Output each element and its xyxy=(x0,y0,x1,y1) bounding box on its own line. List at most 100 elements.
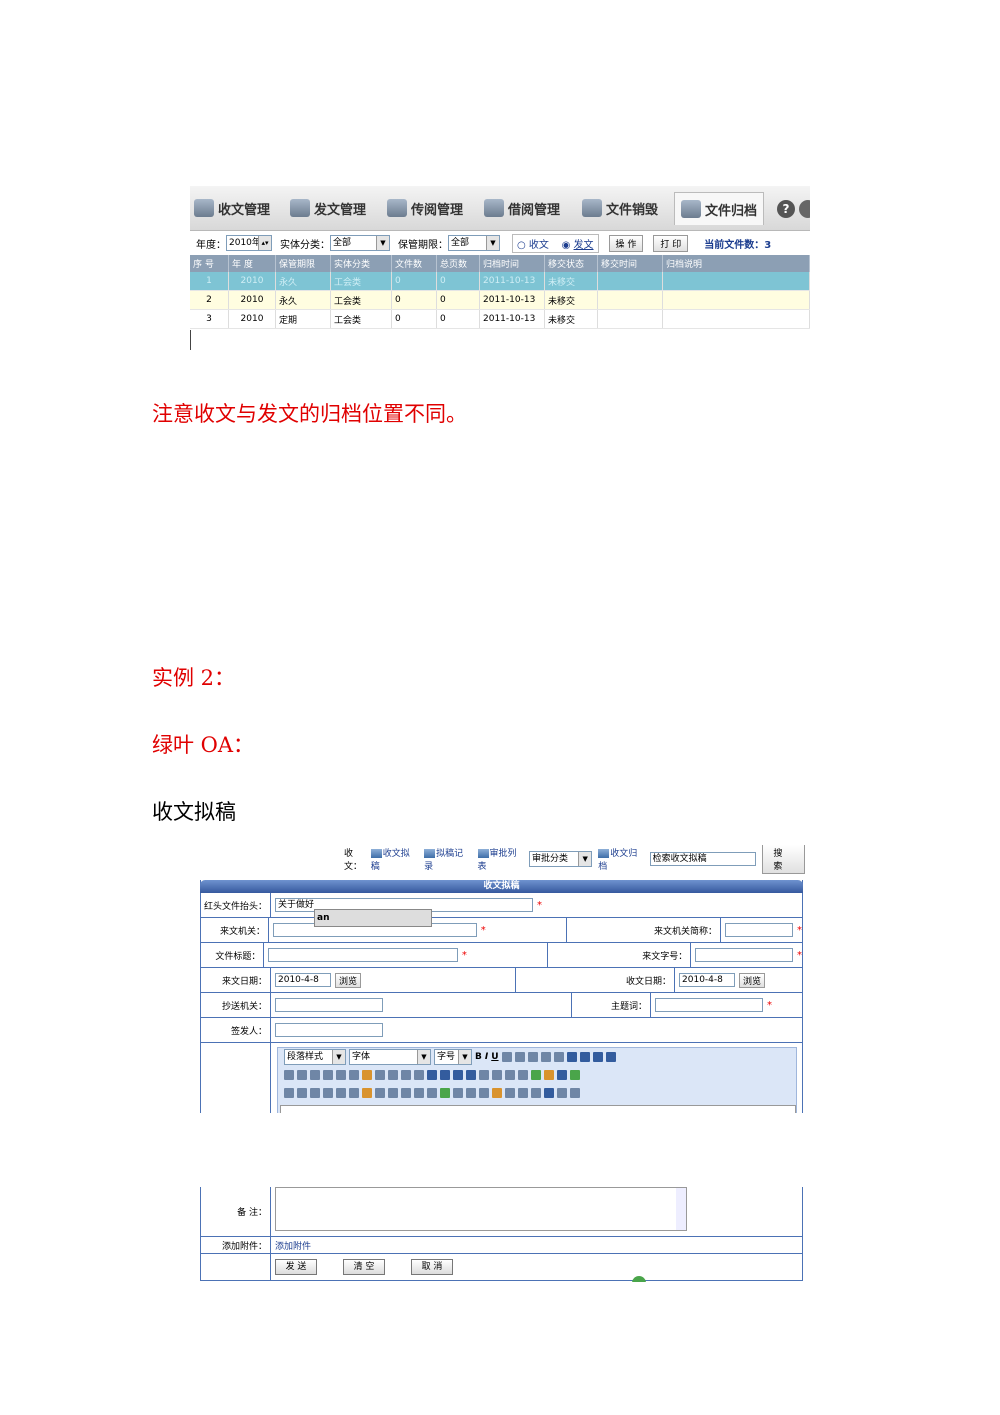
save-icon[interactable] xyxy=(570,1070,580,1080)
marquee-icon[interactable] xyxy=(466,1088,476,1098)
draw-icon[interactable] xyxy=(505,1088,515,1098)
column-header[interactable]: 总页数 xyxy=(436,255,480,272)
date-input[interactable]: 2010-4-8 xyxy=(275,973,331,987)
spell-icon[interactable] xyxy=(518,1070,528,1080)
image-icon[interactable] xyxy=(284,1088,294,1098)
text-color-icon[interactable] xyxy=(492,1070,502,1080)
help-icon[interactable]: ? xyxy=(777,200,795,218)
unordered-list-icon[interactable] xyxy=(440,1070,450,1080)
title-input[interactable] xyxy=(268,948,458,962)
smiley-icon[interactable] xyxy=(492,1088,502,1098)
add-attachment-link[interactable]: 添加附件 xyxy=(275,1239,311,1252)
column-header[interactable]: 归档时间 xyxy=(479,255,545,272)
bold-icon[interactable]: B xyxy=(475,1052,482,1062)
spinner-arrows-icon[interactable]: ▴▾ xyxy=(258,236,271,250)
italic-icon[interactable]: I xyxy=(485,1052,488,1062)
paste-text-icon[interactable] xyxy=(323,1070,333,1080)
preview-icon[interactable] xyxy=(557,1070,567,1080)
align-justify-icon[interactable] xyxy=(605,1052,616,1062)
chevron-down-icon[interactable]: ▼ xyxy=(417,1050,430,1064)
align-right-icon[interactable] xyxy=(592,1052,603,1062)
redo-icon[interactable] xyxy=(388,1070,398,1080)
column-header[interactable]: 实体分类 xyxy=(330,255,392,272)
block-icon[interactable] xyxy=(479,1070,489,1080)
size-select[interactable]: 字号 ▼ xyxy=(434,1049,472,1065)
column-header[interactable]: 保管期限 xyxy=(275,255,331,272)
delete-icon[interactable] xyxy=(349,1070,359,1080)
column-header[interactable]: 年 度 xyxy=(228,255,276,272)
date-icon[interactable] xyxy=(518,1088,528,1098)
chevron-down-icon[interactable]: ▼ xyxy=(376,236,389,250)
table-row[interactable]: 1 2010 永久 工会类 0 0 2011-10-13 未移交 xyxy=(190,272,810,291)
approval-link[interactable]: 审批列表 xyxy=(477,846,525,872)
column-header[interactable]: 移交时间 xyxy=(597,255,663,272)
paragraph-select[interactable]: 段落样式 ▼ xyxy=(284,1049,346,1065)
textbox-icon[interactable] xyxy=(388,1088,398,1098)
radio-receive[interactable]: ○ 收文 xyxy=(517,240,549,251)
column-header[interactable]: 序 号 xyxy=(190,255,229,272)
rich-text-editor[interactable]: 段落样式 ▼ 字体 ▼ 字号 ▼ B I U xyxy=(277,1047,797,1113)
close-icon[interactable] xyxy=(799,200,810,218)
column-header[interactable]: 移交状态 xyxy=(544,255,598,272)
search-button[interactable]: 搜 索 xyxy=(762,845,805,874)
autocomplete-dropdown[interactable]: an xyxy=(314,909,432,927)
pointer-icon[interactable] xyxy=(414,1070,424,1080)
time-icon[interactable] xyxy=(531,1088,541,1098)
cursor-icon[interactable] xyxy=(401,1070,411,1080)
tab-send-management[interactable]: 发文管理 xyxy=(290,192,366,224)
table-icon[interactable] xyxy=(336,1088,346,1098)
attachment-icon[interactable] xyxy=(323,1088,333,1098)
align-left-icon[interactable] xyxy=(566,1052,577,1062)
category-select[interactable]: 审批分类 ▼ xyxy=(528,851,593,867)
link-icon[interactable] xyxy=(427,1088,437,1098)
underline-icon[interactable]: U xyxy=(491,1052,498,1062)
radio-send[interactable]: ◉ 发文 xyxy=(562,240,594,251)
print-icon[interactable] xyxy=(544,1070,554,1080)
indent-icon[interactable] xyxy=(466,1070,476,1080)
paste-icon[interactable] xyxy=(310,1070,320,1080)
entity-select[interactable]: 全部 ▼ xyxy=(330,235,390,251)
operate-button[interactable]: 操 作 xyxy=(608,234,644,252)
draft-link[interactable]: 收文拟稿 xyxy=(370,846,418,872)
tab-circulation-management[interactable]: 传阅管理 xyxy=(387,192,463,224)
signer-input[interactable] xyxy=(275,1023,383,1037)
cc-input[interactable] xyxy=(275,998,383,1012)
period-select[interactable]: 全部 ▼ xyxy=(448,235,500,251)
form-icon[interactable] xyxy=(375,1088,385,1098)
tab-receive-management[interactable]: 收文管理 xyxy=(194,192,270,224)
anchor-icon[interactable] xyxy=(453,1088,463,1098)
remark-textarea[interactable] xyxy=(275,1187,687,1231)
find-icon[interactable] xyxy=(336,1070,346,1080)
font-shrink-icon[interactable] xyxy=(553,1052,564,1062)
input-icon[interactable] xyxy=(414,1088,424,1098)
chevron-down-icon[interactable]: ▼ xyxy=(578,852,592,866)
outdent-icon[interactable] xyxy=(453,1070,463,1080)
chevron-down-icon[interactable]: ▼ xyxy=(486,236,499,250)
superscript-icon[interactable] xyxy=(514,1052,525,1062)
browse-button[interactable]: 浏览 xyxy=(335,972,362,988)
ordered-list-icon[interactable] xyxy=(427,1070,437,1080)
layer-icon[interactable] xyxy=(362,1088,372,1098)
frame-icon[interactable] xyxy=(349,1088,359,1098)
chevron-down-icon[interactable]: ▼ xyxy=(332,1050,345,1064)
special-char-icon[interactable] xyxy=(479,1088,489,1098)
scrollbar[interactable] xyxy=(676,1188,686,1230)
grid-icon[interactable] xyxy=(544,1088,554,1098)
print-button[interactable]: 打 印 xyxy=(653,234,689,252)
chevron-down-icon[interactable]: ▼ xyxy=(458,1050,471,1064)
records-link[interactable]: 拟稿记录 xyxy=(424,846,471,872)
editor-content-area[interactable] xyxy=(280,1105,796,1113)
send-button[interactable]: 发 送 xyxy=(275,1259,317,1275)
clear-button[interactable]: 清 空 xyxy=(343,1259,385,1275)
flash-icon[interactable] xyxy=(297,1088,307,1098)
fullscreen-icon[interactable] xyxy=(557,1088,567,1098)
org-short-input[interactable] xyxy=(724,923,793,937)
font-grow-icon[interactable] xyxy=(540,1052,551,1062)
unlink-icon[interactable] xyxy=(440,1088,450,1098)
strike-icon[interactable] xyxy=(501,1052,512,1062)
column-header[interactable]: 归档说明 xyxy=(662,255,810,272)
subscript-icon[interactable] xyxy=(527,1052,538,1062)
table-row[interactable]: 2 2010 永久 工会类 0 0 2011-10-13 未移交 xyxy=(190,290,810,310)
tab-borrow-management[interactable]: 借阅管理 xyxy=(484,192,560,224)
align-center-icon[interactable] xyxy=(579,1052,590,1062)
